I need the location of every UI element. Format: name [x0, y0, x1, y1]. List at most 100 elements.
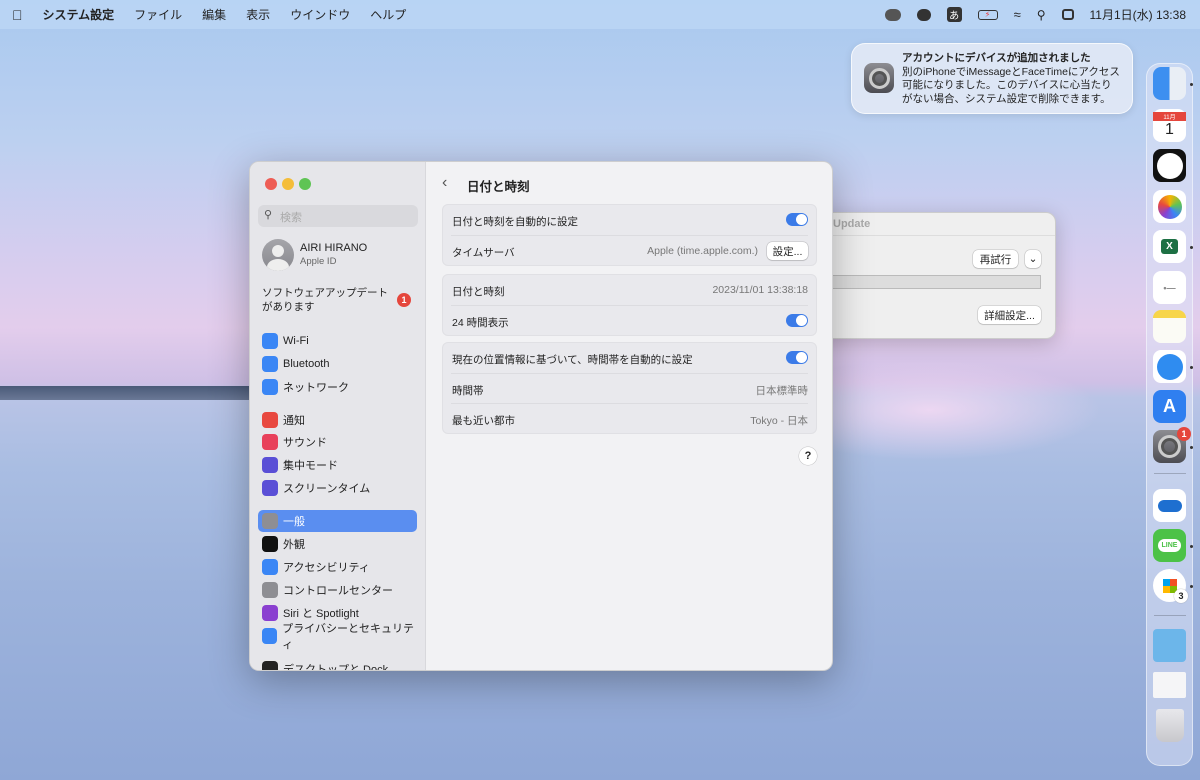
menu-file[interactable]: ファイル [134, 6, 182, 23]
software-update-item[interactable]: ソフトウェアアップデートがあります [262, 286, 397, 314]
control-center-icon [262, 582, 278, 598]
wifi-icon[interactable]: ≈ [1014, 7, 1021, 22]
line-icon[interactable] [916, 8, 931, 21]
group-auto-time: 日付と時刻を自動的に設定 タイムサーバ Apple (time.apple.com… [442, 204, 817, 266]
system-settings-icon [864, 63, 894, 93]
trash-icon[interactable] [1156, 709, 1184, 742]
running-dot [1190, 585, 1193, 588]
time-server-settings-button[interactable]: 設定... [767, 242, 808, 260]
safari-icon[interactable] [1153, 350, 1186, 383]
sidebar-item-label: デスクトップと Dock [283, 664, 389, 671]
sidebar-item-label: Siri と Spotlight [283, 608, 359, 620]
photos-icon[interactable] [1153, 190, 1186, 223]
cloud-sync-icon[interactable] [884, 8, 901, 21]
menu-window[interactable]: ウインドウ [290, 6, 350, 23]
auto-set-row: 日付と時刻を自動的に設定 [451, 205, 808, 235]
clock-icon[interactable] [1153, 149, 1186, 182]
menu-view[interactable]: 表示 [246, 6, 270, 23]
sidebar-item[interactable]: デスクトップと Dock [258, 658, 417, 671]
sidebar-item[interactable]: Wi-Fi [258, 330, 417, 352]
calendar-icon[interactable]: 11月 1 [1153, 109, 1186, 142]
excel-icon[interactable]: X [1153, 230, 1186, 263]
excel-label: X [1161, 239, 1178, 254]
calendar-month: 11月 [1153, 112, 1186, 121]
menu-help[interactable]: ヘルプ [370, 6, 406, 23]
dock-separator [1154, 615, 1186, 616]
finder-icon[interactable] [1153, 67, 1186, 100]
software-update-window[interactable]: Update 再試行 ⌄ 詳細設定... [800, 212, 1056, 339]
sidebar-item-label: アクセシビリティ [283, 562, 370, 574]
24h-row: 24 時間表示 [451, 305, 808, 335]
search-icon: ⚲ [264, 209, 273, 221]
search-placeholder: 検索 [280, 212, 302, 224]
sidebar-item-label: 一般 [283, 516, 305, 528]
sidebar: ⚲ 検索 AIRI HIRANO Apple ID ソフトウェアアップデートがあり… [250, 162, 426, 670]
search-icon[interactable]: ⚲ [1037, 8, 1046, 22]
dropdown-button[interactable]: ⌄ [1025, 250, 1041, 268]
sidebar-item[interactable]: 通知 [258, 409, 417, 431]
apple-menu-icon[interactable]:  [12, 7, 23, 23]
zoom-button[interactable] [299, 178, 311, 190]
menu-app[interactable]: システム設定 [43, 6, 115, 23]
help-button[interactable]: ? [799, 447, 817, 465]
onedrive-icon[interactable] [1153, 489, 1186, 522]
auto-set-toggle[interactable] [786, 213, 808, 226]
close-button[interactable] [265, 178, 277, 190]
sidebar-item-label: コントロールセンター [283, 585, 393, 597]
sidebar-item[interactable]: アクセシビリティ [258, 556, 417, 578]
sidebar-item[interactable]: プライバシーとセキュリティ [258, 623, 417, 651]
battery-icon[interactable]: ⚡ [977, 9, 998, 20]
calendar-day: 1 [1165, 121, 1174, 138]
notification[interactable]: アカウントにデバイスが追加されました 別のiPhoneでiMessageとFac… [851, 43, 1133, 114]
running-dot [1190, 446, 1193, 449]
menu-edit[interactable]: 編集 [202, 6, 226, 23]
auto-tz-label: 現在の位置情報に基づいて、時間帯を自動的に設定 [452, 354, 693, 366]
minimize-button[interactable] [282, 178, 294, 190]
sidebar-item[interactable]: Bluetooth [258, 353, 417, 375]
24h-toggle[interactable] [786, 314, 808, 327]
sidebar-item[interactable]: スクリーンタイム [258, 477, 417, 499]
sidebar-item[interactable]: コントロールセンター [258, 579, 417, 601]
sidebar-item[interactable]: 外観 [258, 533, 417, 555]
group-datetime: 日付と時刻 2023/11/01 13:38:18 24 時間表示 [442, 274, 817, 336]
running-dot [1190, 366, 1193, 369]
sidebar-item[interactable]: サウンド [258, 431, 417, 453]
timezone-row: 時間帯 日本標準時 [451, 373, 808, 403]
back-chevron-icon[interactable]: ‹ [442, 174, 447, 192]
time-server-label: タイムサーバ [452, 247, 515, 259]
notification-body: 別のiPhoneでiMessageとFaceTimeにアクセス可能になりました。… [902, 65, 1120, 105]
appearance-icon [262, 536, 278, 552]
control-center-icon[interactable] [1061, 9, 1074, 20]
reminders-icon[interactable]: •— [1153, 271, 1186, 304]
system-settings-window: ⚲ 検索 AIRI HIRANO Apple ID ソフトウェアアップデートがあり… [249, 161, 833, 671]
screenshot-stack-icon[interactable] [1153, 672, 1186, 698]
installer-badge: 3 [1174, 589, 1188, 603]
notes-icon[interactable] [1153, 310, 1186, 343]
dock-icon [262, 661, 278, 670]
auto-tz-row: 現在の位置情報に基づいて、時間帯を自動的に設定 [451, 343, 808, 373]
progress-bar [801, 275, 1041, 289]
user-name: AIRI HIRANO [300, 242, 368, 254]
app-store-icon[interactable]: A [1153, 390, 1186, 423]
sidebar-item-label: Bluetooth [283, 358, 330, 370]
input-method-icon[interactable]: あ [946, 7, 962, 22]
retry-button[interactable]: 再試行 [973, 250, 1018, 268]
auto-tz-toggle[interactable] [786, 351, 808, 364]
sidebar-item[interactable]: 集中モード [258, 454, 417, 476]
sidebar-item-label: サウンド [283, 437, 327, 449]
time-server-value: Apple (time.apple.com.) [647, 245, 758, 257]
hourglass-icon [262, 480, 278, 496]
sidebar-item[interactable]: ネットワーク [258, 376, 417, 398]
user-sub: Apple ID [300, 256, 337, 267]
globe-icon [262, 379, 278, 395]
wifi-icon [262, 333, 278, 349]
menu-clock[interactable]: 11月1日(水) 13:38 [1090, 6, 1187, 23]
datetime-label: 日付と時刻 [452, 286, 505, 298]
line-app-icon[interactable]: LINE [1153, 529, 1186, 562]
search-input[interactable]: ⚲ 検索 [258, 205, 418, 227]
sidebar-item[interactable]: 一般 [258, 510, 417, 532]
menu-bar:  システム設定 ファイル 編集 表示 ウインドウ ヘルプ あ ⚡ ≈ ⚲ 11… [0, 0, 1200, 29]
advanced-button[interactable]: 詳細設定... [978, 306, 1041, 324]
line-label: LINE [1157, 539, 1182, 552]
downloads-folder-icon[interactable] [1153, 629, 1186, 662]
